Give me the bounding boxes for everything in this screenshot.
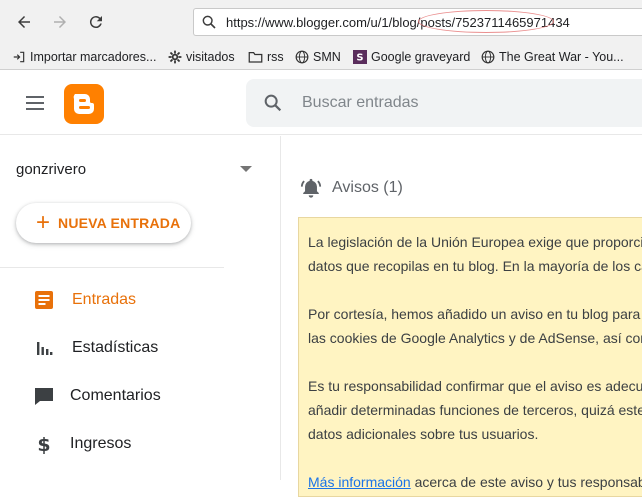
bell-icon xyxy=(300,178,322,198)
blogger-b-icon xyxy=(73,94,94,114)
reload-icon xyxy=(89,16,102,29)
sidebar: gonzrivero + NUEVA ENTRADA Entradas Esta… xyxy=(0,136,281,480)
url-highlight-annotation xyxy=(418,10,554,33)
app-header xyxy=(0,71,642,135)
notices-count: (1) xyxy=(383,179,403,196)
bookmark-google-graveyard[interactable]: S Google graveyard xyxy=(353,48,470,66)
dollar-icon: $ xyxy=(37,434,50,454)
main-content: Avisos (1) La legislación de la Unión Eu… xyxy=(282,136,642,497)
stats-icon xyxy=(37,342,53,355)
notice-paragraph-2: Por cortesía, hemos añadido un aviso en … xyxy=(308,306,642,346)
svg-text:S: S xyxy=(356,53,363,64)
bookmark-import[interactable]: Importar marcadores... xyxy=(12,48,156,66)
search-icon xyxy=(202,15,216,29)
plus-icon: + xyxy=(36,209,51,236)
s-logo-icon: S xyxy=(353,50,367,64)
bookmark-smn[interactable]: SMN xyxy=(295,48,341,66)
search-box[interactable] xyxy=(246,79,642,127)
sidebar-item-comentarios[interactable]: Comentarios xyxy=(0,372,260,420)
bookmark-great-war[interactable]: The Great War - You... xyxy=(481,48,624,66)
blog-selector[interactable]: gonzrivero xyxy=(16,158,256,180)
address-bar[interactable]: https://www.blogger.com/u/1/blog/posts/7… xyxy=(193,8,642,36)
search-input[interactable] xyxy=(302,91,622,115)
forward-button[interactable] xyxy=(48,10,72,34)
search-icon xyxy=(264,94,282,112)
more-info-link[interactable]: Más información xyxy=(308,474,411,490)
globe-icon xyxy=(481,50,495,64)
bookmarks-bar: Importar marcadores... visitados rss SMN… xyxy=(0,44,642,70)
notice-paragraph-1: La legislación de la Unión Europea exige… xyxy=(308,234,642,274)
folder-icon xyxy=(248,52,263,63)
sidebar-item-estadisticas[interactable]: Estadísticas xyxy=(0,324,260,372)
main-menu-button[interactable] xyxy=(24,93,48,113)
eu-consent-notice: La legislación de la Unión Europea exige… xyxy=(298,217,642,497)
new-post-button[interactable]: + NUEVA ENTRADA xyxy=(16,203,191,243)
back-button[interactable] xyxy=(12,10,36,34)
arrow-right-icon xyxy=(54,16,66,28)
hamburger-icon xyxy=(26,96,44,110)
notice-paragraph-3: Es tu responsabilidad confirmar que el a… xyxy=(308,378,642,442)
notices-header: Avisos (1) xyxy=(300,177,403,199)
reload-button[interactable] xyxy=(84,10,108,34)
browser-toolbar: https://www.blogger.com/u/1/blog/posts/7… xyxy=(0,0,642,44)
bookmark-rss[interactable]: rss xyxy=(248,48,284,66)
sidebar-item-entradas[interactable]: Entradas xyxy=(0,276,260,324)
sidebar-item-ingresos[interactable]: $ Ingresos xyxy=(0,420,260,468)
sidebar-divider xyxy=(0,267,224,268)
caret-down-icon xyxy=(240,166,252,172)
notice-paragraph-4: Más información acerca de este aviso y t… xyxy=(308,474,642,490)
arrow-left-icon xyxy=(18,16,30,28)
gear-icon xyxy=(168,50,182,64)
import-icon xyxy=(13,51,25,63)
posts-icon xyxy=(35,291,53,309)
comments-icon xyxy=(35,388,53,405)
svg-text:$: $ xyxy=(37,434,50,454)
notices-title: Avisos (1) xyxy=(332,179,403,196)
globe-icon xyxy=(295,50,309,64)
blog-name: gonzrivero xyxy=(16,160,87,178)
blogger-logo[interactable] xyxy=(64,84,104,124)
bookmark-visitados[interactable]: visitados xyxy=(168,48,235,66)
